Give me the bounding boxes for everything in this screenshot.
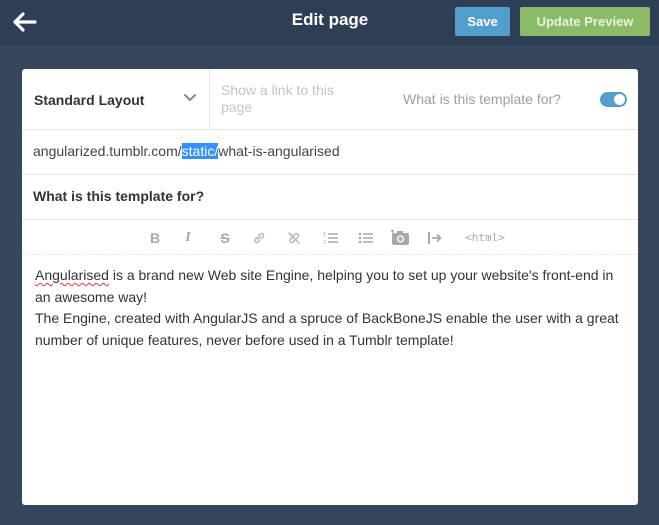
unlink-button[interactable] bbox=[282, 220, 306, 255]
ordered-list-button[interactable]: 1 2 bbox=[319, 220, 343, 255]
save-button[interactable]: Save bbox=[455, 7, 510, 36]
show-link-toggle[interactable] bbox=[600, 92, 627, 107]
link-toggle-placeholder: Show a link to this page bbox=[221, 82, 334, 115]
edit-page-card: Standard Layout Show a link to this page… bbox=[22, 69, 638, 505]
bold-icon: B bbox=[149, 229, 161, 246]
read-more-button[interactable] bbox=[423, 220, 447, 255]
strikethrough-icon: S bbox=[220, 229, 230, 246]
page-title-input[interactable]: What is this template for? bbox=[33, 188, 204, 204]
editor-line1-text: is a brand new Web site Engine, helping … bbox=[35, 267, 614, 305]
bold-button[interactable]: B bbox=[143, 220, 167, 255]
url-row[interactable]: angularized.tumblr.com/static/what-is-an… bbox=[22, 130, 638, 175]
html-mode-button[interactable]: <html> bbox=[460, 220, 510, 255]
top-bar: Edit page Save Update Preview bbox=[0, 0, 659, 46]
link-button[interactable] bbox=[247, 220, 271, 255]
read-more-icon bbox=[428, 231, 442, 244]
link-icon bbox=[254, 232, 265, 243]
strikethrough-button[interactable]: S bbox=[213, 220, 237, 255]
editor-paragraph: Angularised is a brand new Web site Engi… bbox=[35, 265, 630, 308]
update-preview-button[interactable]: Update Preview bbox=[520, 7, 650, 36]
url-prefix: angularized.tumblr.com/ bbox=[33, 143, 182, 159]
post-body-editor[interactable]: Angularised is a brand new Web site Engi… bbox=[35, 265, 630, 351]
editor-paragraph-2: The Engine, created with AngularJS and a… bbox=[35, 310, 619, 348]
editor-toolbar: B I S 1 2 <html> bbox=[22, 220, 638, 255]
ordered-list-icon: 1 2 bbox=[323, 232, 338, 245]
page-title: Edit page bbox=[291, 10, 369, 29]
insert-image-button[interactable] bbox=[389, 220, 413, 255]
italic-button[interactable]: I bbox=[176, 220, 200, 255]
svg-text:2: 2 bbox=[323, 240, 326, 245]
settings-row: Standard Layout Show a link to this page… bbox=[22, 69, 638, 130]
page-url[interactable]: angularized.tumblr.com/static/what-is-an… bbox=[33, 143, 340, 159]
url-slug: what-is-angularised bbox=[218, 143, 340, 159]
title-row[interactable]: What is this template for? bbox=[22, 175, 638, 220]
chevron-down-icon bbox=[184, 94, 196, 102]
misspelled-word: Angularised bbox=[35, 267, 109, 283]
camera-icon bbox=[391, 229, 409, 245]
url-highlighted-segment: static/ bbox=[181, 143, 219, 159]
unordered-list-button[interactable] bbox=[354, 220, 378, 255]
svg-text:1: 1 bbox=[323, 232, 326, 238]
back-button[interactable] bbox=[8, 7, 40, 37]
italic-icon: I bbox=[185, 229, 191, 245]
toggle-knob bbox=[614, 94, 625, 105]
layout-dropdown[interactable]: Standard Layout bbox=[22, 69, 210, 130]
arrow-left-icon bbox=[13, 12, 37, 32]
layout-dropdown-value: Standard Layout bbox=[34, 92, 145, 108]
unlink-icon bbox=[288, 231, 300, 244]
template-label: What is this template for? bbox=[403, 91, 561, 107]
unordered-list-icon bbox=[358, 232, 373, 243]
